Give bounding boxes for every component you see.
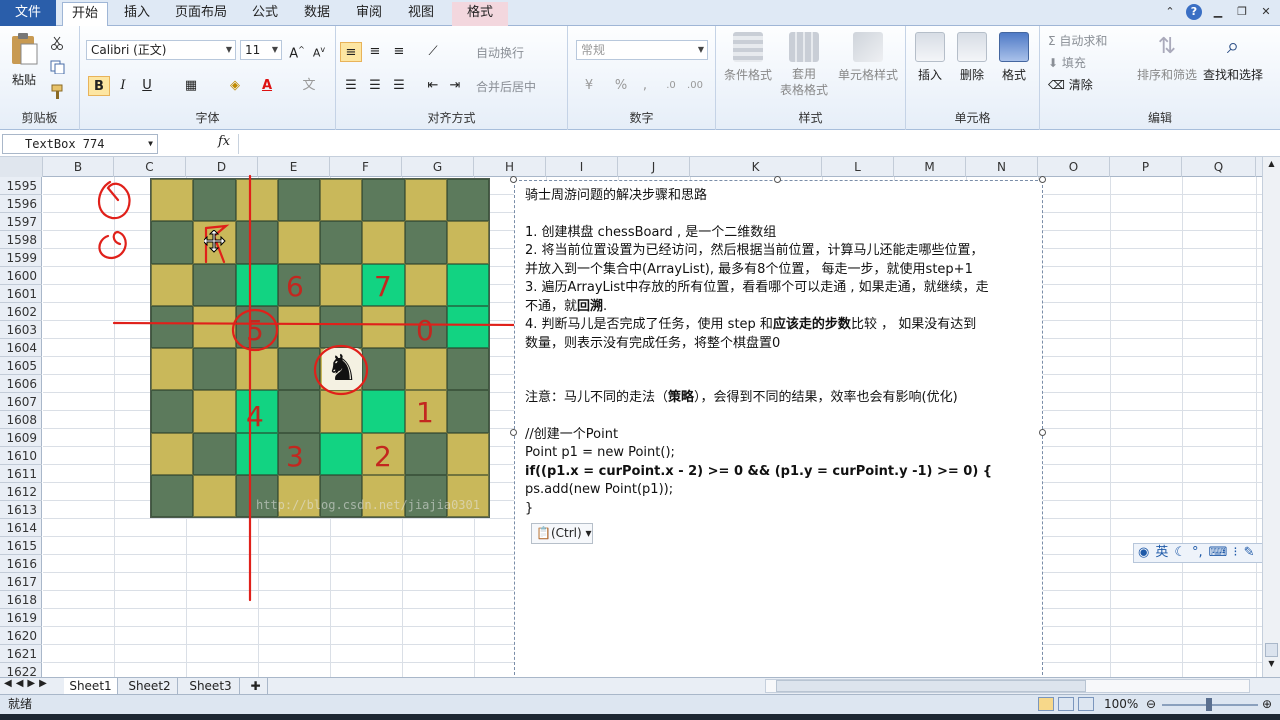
textbox-line: 并放入到一个集合中(ArrayList), 最多有8个位置， 每走一步，就使用s…: [525, 261, 973, 277]
hscroll-thumb[interactable]: [776, 680, 1086, 692]
ime-lang[interactable]: 英: [1155, 544, 1168, 562]
pen-circle: [313, 344, 369, 396]
scroll-up-icon[interactable]: ▲: [1265, 159, 1278, 173]
moon-icon[interactable]: ☾: [1174, 544, 1186, 562]
textbox-line: 3. 遍历ArrayList中存放的所有位置，看看哪个可以走通 , 如果走通，就…: [525, 280, 989, 295]
textbox-line: 2. 将当前位置设置为已经访问，然后根据当前位置，计算马儿还能走哪些位置，: [525, 243, 984, 258]
code-line: if((p1.x = curPoint.x - 2) >= 0 && (p1.y…: [525, 463, 993, 479]
code-line: ps.add(new Point(p1));: [525, 482, 674, 497]
paste-options-button[interactable]: 📋(Ctrl) ▾: [531, 523, 593, 544]
clipboard-icon: 📋: [536, 526, 551, 540]
page-break-view-icon[interactable]: [1078, 697, 1094, 711]
keyboard-icon[interactable]: ⌨: [1209, 544, 1228, 562]
ime-logo-icon: ◉: [1138, 545, 1150, 560]
new-sheet-icon[interactable]: ✚: [244, 678, 268, 695]
ime-toolbar[interactable]: ◉ 英 ☾ °, ⌨ ⁝ ✎: [1133, 543, 1276, 563]
sheet-tab[interactable]: Sheet1: [64, 678, 118, 695]
zoom-level[interactable]: 100%: [1104, 695, 1138, 714]
status-ready: 就绪: [8, 697, 33, 711]
sheet-tab[interactable]: Sheet2: [122, 678, 178, 695]
resize-handle[interactable]: [1039, 176, 1046, 183]
textbox-774[interactable]: 骑士周游问题的解决步骤和思路 1. 创建棋盘 chessBoard , 是一个二…: [514, 180, 1043, 680]
page-layout-view-icon[interactable]: [1058, 697, 1074, 711]
textbox-line: 数量，则表示没有完成任务，将整个棋盘置0: [525, 335, 781, 351]
textbox-line: 1. 创建棋盘 chessBoard , 是一个二维数组: [525, 224, 777, 240]
punct-icon[interactable]: °,: [1192, 544, 1203, 562]
textbox-line: 注意：马儿不同的走法（策略），会得到不同的结果，效率也会有影响(优化): [525, 390, 958, 405]
textbox-line: 4. 判断马儿是否完成了任务，使用 step 和应该走的步数比较 ， 如果没有达…: [525, 317, 977, 332]
move-cursor-icon: [204, 230, 226, 253]
scroll-thumb[interactable]: [1265, 643, 1278, 657]
pen-scribble: [97, 180, 131, 220]
taskbar-strip: [0, 714, 1280, 720]
resize-handle[interactable]: [1039, 429, 1046, 436]
sheet-tab[interactable]: Sheet3: [182, 678, 240, 695]
resize-handle[interactable]: [510, 429, 517, 436]
pen-scribble: [98, 230, 127, 260]
sheet-tab-bar: ◀◀▶▶ Sheet1 Sheet2 Sheet3 ✚: [0, 677, 1280, 695]
textbox-line: 不通，就回溯.: [525, 298, 608, 314]
horizontal-scrollbar[interactable]: [765, 679, 1250, 693]
normal-view-icon[interactable]: [1038, 697, 1054, 711]
sheet-nav-icon[interactable]: ◀◀▶▶: [4, 678, 51, 689]
code-line: }: [525, 500, 534, 516]
resize-handle[interactable]: [510, 176, 517, 183]
zoom-in-icon[interactable]: ⊕: [1262, 695, 1272, 714]
scroll-down-icon[interactable]: ▼: [1265, 659, 1278, 673]
zoom-out-icon[interactable]: ⊖: [1146, 695, 1156, 714]
textbox-line: 骑士周游问题的解决步骤和思路: [525, 188, 708, 203]
status-bar: 就绪 100% ⊖ ⊕: [0, 694, 1280, 714]
code-line: Point p1 = new Point();: [525, 445, 675, 460]
vertical-scrollbar[interactable]: ▲ ▼: [1262, 157, 1280, 677]
resize-handle[interactable]: [774, 176, 781, 183]
menu-icon[interactable]: ⁝: [1233, 544, 1237, 562]
pen-circle: [231, 308, 279, 352]
chevron-down-icon: ▾: [581, 526, 592, 540]
pen-horizontal-line: [112, 321, 520, 327]
zoom-slider-thumb[interactable]: [1206, 698, 1212, 711]
code-line: //创建一个Point: [525, 426, 619, 442]
wrench-icon[interactable]: ✎: [1244, 544, 1255, 562]
